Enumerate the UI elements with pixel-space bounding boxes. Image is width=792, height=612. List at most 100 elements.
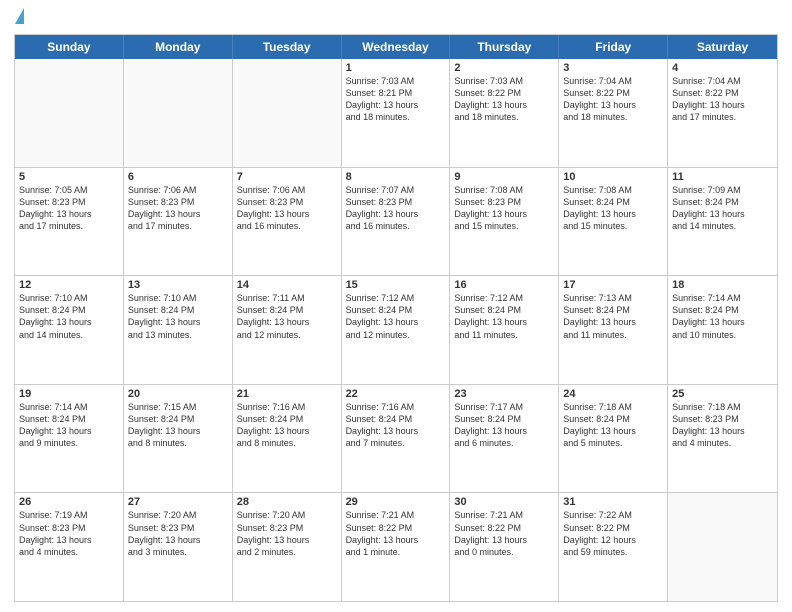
calendar-cell: 23Sunrise: 7:17 AM Sunset: 8:24 PM Dayli… xyxy=(450,385,559,493)
day-number: 19 xyxy=(19,388,119,400)
day-info: Sunrise: 7:14 AM Sunset: 8:24 PM Dayligh… xyxy=(19,401,119,450)
calendar-cell: 13Sunrise: 7:10 AM Sunset: 8:24 PM Dayli… xyxy=(124,276,233,384)
day-number: 13 xyxy=(128,279,228,291)
calendar-cell: 24Sunrise: 7:18 AM Sunset: 8:24 PM Dayli… xyxy=(559,385,668,493)
day-number: 10 xyxy=(563,171,663,183)
day-number: 22 xyxy=(346,388,446,400)
day-info: Sunrise: 7:21 AM Sunset: 8:22 PM Dayligh… xyxy=(346,509,446,558)
day-info: Sunrise: 7:10 AM Sunset: 8:24 PM Dayligh… xyxy=(19,292,119,341)
calendar-cell: 11Sunrise: 7:09 AM Sunset: 8:24 PM Dayli… xyxy=(668,168,777,276)
day-number: 24 xyxy=(563,388,663,400)
calendar-cell: 29Sunrise: 7:21 AM Sunset: 8:22 PM Dayli… xyxy=(342,493,451,601)
day-info: Sunrise: 7:03 AM Sunset: 8:21 PM Dayligh… xyxy=(346,75,446,124)
day-number: 27 xyxy=(128,496,228,508)
day-number: 18 xyxy=(672,279,773,291)
day-info: Sunrise: 7:06 AM Sunset: 8:23 PM Dayligh… xyxy=(128,184,228,233)
day-info: Sunrise: 7:08 AM Sunset: 8:23 PM Dayligh… xyxy=(454,184,554,233)
day-info: Sunrise: 7:21 AM Sunset: 8:22 PM Dayligh… xyxy=(454,509,554,558)
logo-triangle-icon xyxy=(15,8,24,24)
calendar-cell: 7Sunrise: 7:06 AM Sunset: 8:23 PM Daylig… xyxy=(233,168,342,276)
day-info: Sunrise: 7:11 AM Sunset: 8:24 PM Dayligh… xyxy=(237,292,337,341)
calendar-cell: 30Sunrise: 7:21 AM Sunset: 8:22 PM Dayli… xyxy=(450,493,559,601)
calendar-cell: 14Sunrise: 7:11 AM Sunset: 8:24 PM Dayli… xyxy=(233,276,342,384)
calendar-cell: 3Sunrise: 7:04 AM Sunset: 8:22 PM Daylig… xyxy=(559,59,668,167)
calendar-cell: 31Sunrise: 7:22 AM Sunset: 8:22 PM Dayli… xyxy=(559,493,668,601)
calendar-row-1: 5Sunrise: 7:05 AM Sunset: 8:23 PM Daylig… xyxy=(15,167,777,276)
day-number: 25 xyxy=(672,388,773,400)
day-info: Sunrise: 7:19 AM Sunset: 8:23 PM Dayligh… xyxy=(19,509,119,558)
calendar-cell: 28Sunrise: 7:20 AM Sunset: 8:23 PM Dayli… xyxy=(233,493,342,601)
day-number: 26 xyxy=(19,496,119,508)
day-info: Sunrise: 7:16 AM Sunset: 8:24 PM Dayligh… xyxy=(237,401,337,450)
day-number: 12 xyxy=(19,279,119,291)
calendar-cell xyxy=(15,59,124,167)
day-number: 1 xyxy=(346,62,446,74)
day-number: 4 xyxy=(672,62,773,74)
day-info: Sunrise: 7:16 AM Sunset: 8:24 PM Dayligh… xyxy=(346,401,446,450)
calendar-cell: 17Sunrise: 7:13 AM Sunset: 8:24 PM Dayli… xyxy=(559,276,668,384)
day-info: Sunrise: 7:09 AM Sunset: 8:24 PM Dayligh… xyxy=(672,184,773,233)
day-info: Sunrise: 7:05 AM Sunset: 8:23 PM Dayligh… xyxy=(19,184,119,233)
calendar-cell: 5Sunrise: 7:05 AM Sunset: 8:23 PM Daylig… xyxy=(15,168,124,276)
day-info: Sunrise: 7:20 AM Sunset: 8:23 PM Dayligh… xyxy=(128,509,228,558)
day-info: Sunrise: 7:12 AM Sunset: 8:24 PM Dayligh… xyxy=(346,292,446,341)
day-info: Sunrise: 7:04 AM Sunset: 8:22 PM Dayligh… xyxy=(563,75,663,124)
calendar-body: 1Sunrise: 7:03 AM Sunset: 8:21 PM Daylig… xyxy=(15,59,777,601)
day-number: 11 xyxy=(672,171,773,183)
day-info: Sunrise: 7:10 AM Sunset: 8:24 PM Dayligh… xyxy=(128,292,228,341)
day-info: Sunrise: 7:17 AM Sunset: 8:24 PM Dayligh… xyxy=(454,401,554,450)
logo xyxy=(14,10,24,26)
day-number: 31 xyxy=(563,496,663,508)
day-number: 9 xyxy=(454,171,554,183)
header xyxy=(14,10,778,26)
day-info: Sunrise: 7:20 AM Sunset: 8:23 PM Dayligh… xyxy=(237,509,337,558)
calendar-cell xyxy=(124,59,233,167)
calendar: SundayMondayTuesdayWednesdayThursdayFrid… xyxy=(14,34,778,602)
calendar-cell: 27Sunrise: 7:20 AM Sunset: 8:23 PM Dayli… xyxy=(124,493,233,601)
calendar-cell xyxy=(668,493,777,601)
calendar-row-4: 26Sunrise: 7:19 AM Sunset: 8:23 PM Dayli… xyxy=(15,492,777,601)
day-number: 15 xyxy=(346,279,446,291)
calendar-cell: 2Sunrise: 7:03 AM Sunset: 8:22 PM Daylig… xyxy=(450,59,559,167)
day-number: 17 xyxy=(563,279,663,291)
calendar-cell: 20Sunrise: 7:15 AM Sunset: 8:24 PM Dayli… xyxy=(124,385,233,493)
day-info: Sunrise: 7:06 AM Sunset: 8:23 PM Dayligh… xyxy=(237,184,337,233)
calendar-cell: 1Sunrise: 7:03 AM Sunset: 8:21 PM Daylig… xyxy=(342,59,451,167)
calendar-cell: 21Sunrise: 7:16 AM Sunset: 8:24 PM Dayli… xyxy=(233,385,342,493)
calendar-cell: 15Sunrise: 7:12 AM Sunset: 8:24 PM Dayli… xyxy=(342,276,451,384)
day-number: 23 xyxy=(454,388,554,400)
calendar-cell: 26Sunrise: 7:19 AM Sunset: 8:23 PM Dayli… xyxy=(15,493,124,601)
calendar-row-0: 1Sunrise: 7:03 AM Sunset: 8:21 PM Daylig… xyxy=(15,59,777,167)
weekday-header-thursday: Thursday xyxy=(450,35,559,59)
day-number: 30 xyxy=(454,496,554,508)
day-number: 2 xyxy=(454,62,554,74)
day-number: 21 xyxy=(237,388,337,400)
day-number: 28 xyxy=(237,496,337,508)
day-info: Sunrise: 7:12 AM Sunset: 8:24 PM Dayligh… xyxy=(454,292,554,341)
day-number: 20 xyxy=(128,388,228,400)
day-number: 8 xyxy=(346,171,446,183)
day-info: Sunrise: 7:04 AM Sunset: 8:22 PM Dayligh… xyxy=(672,75,773,124)
day-number: 3 xyxy=(563,62,663,74)
day-info: Sunrise: 7:18 AM Sunset: 8:23 PM Dayligh… xyxy=(672,401,773,450)
calendar-cell: 12Sunrise: 7:10 AM Sunset: 8:24 PM Dayli… xyxy=(15,276,124,384)
day-number: 7 xyxy=(237,171,337,183)
calendar-cell: 22Sunrise: 7:16 AM Sunset: 8:24 PM Dayli… xyxy=(342,385,451,493)
calendar-header: SundayMondayTuesdayWednesdayThursdayFrid… xyxy=(15,35,777,59)
day-info: Sunrise: 7:14 AM Sunset: 8:24 PM Dayligh… xyxy=(672,292,773,341)
calendar-cell: 8Sunrise: 7:07 AM Sunset: 8:23 PM Daylig… xyxy=(342,168,451,276)
day-number: 5 xyxy=(19,171,119,183)
calendar-cell: 25Sunrise: 7:18 AM Sunset: 8:23 PM Dayli… xyxy=(668,385,777,493)
weekday-header-wednesday: Wednesday xyxy=(342,35,451,59)
calendar-cell: 4Sunrise: 7:04 AM Sunset: 8:22 PM Daylig… xyxy=(668,59,777,167)
weekday-header-sunday: Sunday xyxy=(15,35,124,59)
calendar-cell xyxy=(233,59,342,167)
day-number: 6 xyxy=(128,171,228,183)
day-number: 16 xyxy=(454,279,554,291)
calendar-cell: 10Sunrise: 7:08 AM Sunset: 8:24 PM Dayli… xyxy=(559,168,668,276)
day-info: Sunrise: 7:08 AM Sunset: 8:24 PM Dayligh… xyxy=(563,184,663,233)
calendar-cell: 9Sunrise: 7:08 AM Sunset: 8:23 PM Daylig… xyxy=(450,168,559,276)
weekday-header-friday: Friday xyxy=(559,35,668,59)
calendar-row-2: 12Sunrise: 7:10 AM Sunset: 8:24 PM Dayli… xyxy=(15,275,777,384)
day-number: 29 xyxy=(346,496,446,508)
